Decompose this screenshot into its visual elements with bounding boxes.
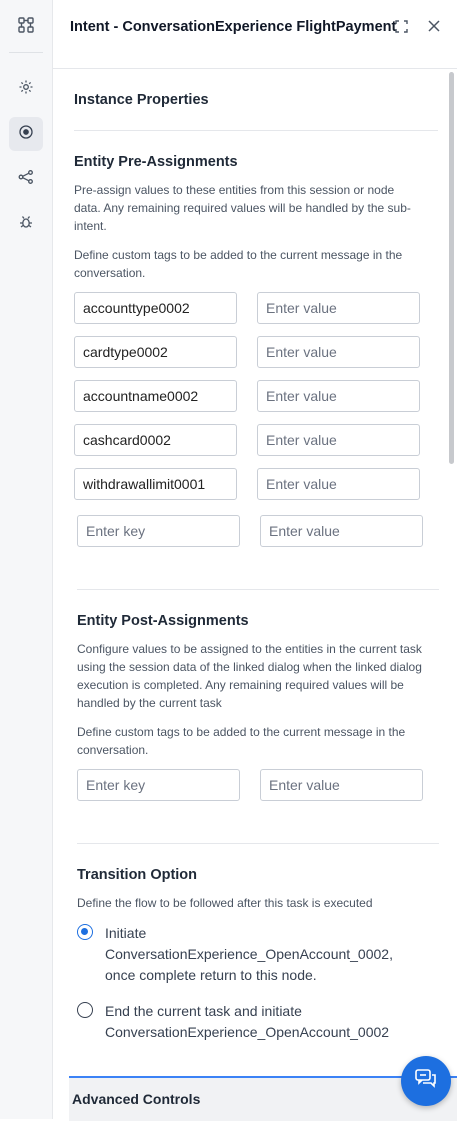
scrollbar-thumb[interactable] [449, 72, 454, 464]
pre-key-input-2[interactable] [74, 336, 237, 368]
transition-option-label: End the current task and initiate Conver… [105, 1003, 390, 1040]
pre-new-key-input[interactable] [77, 515, 240, 547]
pre-value-input-3[interactable] [257, 380, 420, 412]
pre-assignments-description: Pre-assign values to these entities from… [74, 183, 411, 233]
pre-key-input-5[interactable] [74, 468, 237, 500]
pre-assignments-title: Entity Pre-Assignments [74, 154, 238, 170]
bug-icon [18, 214, 34, 235]
flow-button[interactable] [9, 10, 43, 44]
left-rail [0, 0, 53, 1119]
transition-description: Define the flow to be followed after thi… [77, 896, 373, 910]
advanced-controls-section[interactable]: Advanced Controls [69, 1076, 457, 1121]
post-assignments-title: Entity Post-Assignments [77, 613, 249, 629]
instance-properties-title: Instance Properties [74, 92, 209, 108]
panel-content: Instance Properties Entity Pre-Assignmen… [53, 69, 457, 1119]
connections-button[interactable] [9, 162, 43, 196]
pre-key-input-4[interactable] [74, 424, 237, 456]
connections-icon [18, 169, 34, 190]
target-icon [18, 124, 34, 145]
pre-tags-description: Define custom tags to be added to the cu… [74, 248, 403, 280]
pre-new-value-input[interactable] [260, 515, 423, 547]
pre-value-input-2[interactable] [257, 336, 420, 368]
debug-button[interactable] [9, 207, 43, 241]
chat-icon [414, 1068, 438, 1095]
post-new-value-input[interactable] [260, 769, 423, 801]
chat-button[interactable] [401, 1056, 451, 1106]
settings-gear-icon [18, 79, 34, 100]
advanced-controls-title: Advanced Controls [72, 1091, 201, 1107]
pre-value-input-1[interactable] [257, 292, 420, 324]
post-assignments-description: Configure values to be assigned to the e… [77, 642, 422, 710]
panel-title: Intent - ConversationExperience FlightPa… [70, 19, 397, 35]
flow-icon [17, 16, 35, 39]
transition-option-label: Initiate ConversationExperience_OpenAcco… [105, 925, 393, 983]
divider [74, 130, 438, 131]
post-tags-description: Define custom tags to be added to the cu… [77, 725, 406, 757]
radio-selected[interactable] [77, 924, 93, 940]
pre-value-input-5[interactable] [257, 468, 420, 500]
close-icon[interactable] [426, 18, 442, 34]
pre-key-input-3[interactable] [74, 380, 237, 412]
transition-option-initiate-return[interactable]: Initiate ConversationExperience_OpenAcco… [77, 923, 397, 986]
panel-header: Intent - ConversationExperience FlightPa… [53, 0, 457, 69]
post-new-key-input[interactable] [77, 769, 240, 801]
settings-button[interactable] [9, 72, 43, 106]
expand-icon[interactable] [393, 18, 409, 34]
transition-option-end-initiate[interactable]: End the current task and initiate Conver… [77, 1001, 397, 1043]
radio-unselected[interactable] [77, 1002, 93, 1018]
pre-key-input-1[interactable] [74, 292, 237, 324]
divider [77, 843, 439, 844]
pre-value-input-4[interactable] [257, 424, 420, 456]
target-button[interactable] [9, 117, 43, 151]
rail-divider [9, 52, 43, 53]
transition-option-title: Transition Option [77, 867, 198, 883]
divider [77, 589, 439, 590]
